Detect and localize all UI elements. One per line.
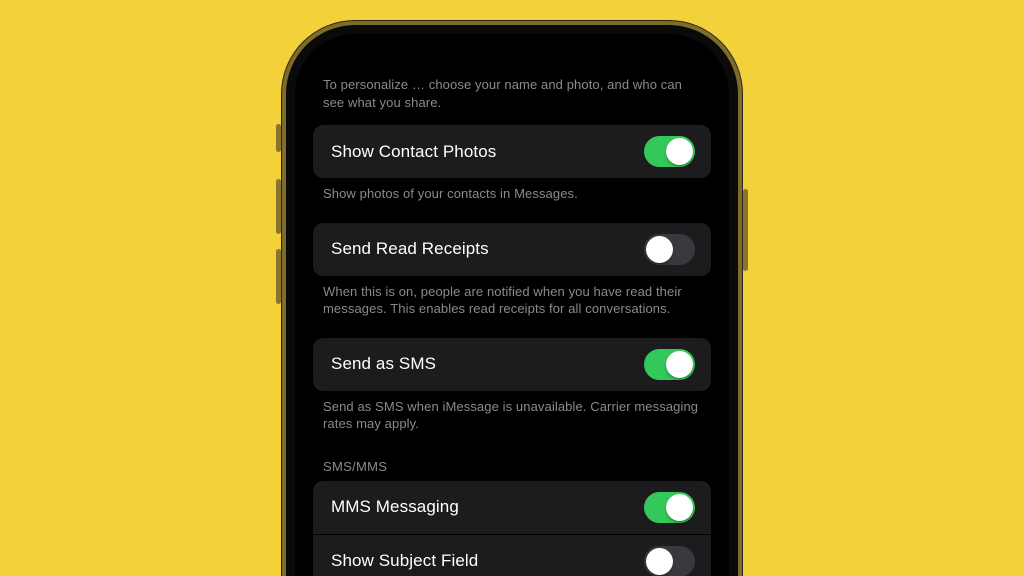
send-as-sms-label: Send as SMS bbox=[331, 354, 436, 374]
sms-mms-section-header: SMS/MMS bbox=[305, 453, 719, 481]
show-subject-field-toggle[interactable] bbox=[644, 546, 695, 576]
show-contact-photos-row[interactable]: Show Contact Photos bbox=[313, 125, 711, 178]
send-read-receipts-label: Send Read Receipts bbox=[331, 239, 489, 259]
toggle-knob-icon bbox=[646, 548, 673, 575]
toggle-knob-icon bbox=[666, 138, 693, 165]
send-read-receipts-footer: When this is on, people are notified whe… bbox=[305, 276, 719, 338]
send-read-receipts-row[interactable]: Send Read Receipts bbox=[313, 223, 711, 276]
messages-settings[interactable]: To personalize … choose your name and ph… bbox=[305, 44, 719, 576]
volume-up-button bbox=[276, 179, 281, 234]
screen: To personalize … choose your name and ph… bbox=[305, 44, 719, 576]
toggle-knob-icon bbox=[666, 351, 693, 378]
mute-switch bbox=[276, 124, 281, 152]
toggle-knob-icon bbox=[666, 494, 693, 521]
show-subject-field-label: Show Subject Field bbox=[331, 551, 478, 571]
show-contact-photos-footer: Show photos of your contacts in Messages… bbox=[305, 178, 719, 223]
power-button bbox=[743, 189, 748, 271]
phone-frame: To personalize … choose your name and ph… bbox=[295, 34, 729, 576]
show-subject-field-row[interactable]: Show Subject Field bbox=[313, 535, 711, 576]
show-contact-photos-toggle[interactable] bbox=[644, 136, 695, 167]
share-name-photo-footer: To personalize … choose your name and ph… bbox=[305, 76, 719, 125]
send-as-sms-footer: Send as SMS when iMessage is unavailable… bbox=[305, 391, 719, 453]
volume-down-button bbox=[276, 249, 281, 304]
send-as-sms-toggle[interactable] bbox=[644, 349, 695, 380]
toggle-knob-icon bbox=[646, 236, 673, 263]
mms-messaging-row[interactable]: MMS Messaging bbox=[313, 481, 711, 534]
send-read-receipts-toggle[interactable] bbox=[644, 234, 695, 265]
show-contact-photos-label: Show Contact Photos bbox=[331, 142, 496, 162]
mms-messaging-label: MMS Messaging bbox=[331, 497, 459, 517]
mms-messaging-toggle[interactable] bbox=[644, 492, 695, 523]
send-as-sms-row[interactable]: Send as SMS bbox=[313, 338, 711, 391]
